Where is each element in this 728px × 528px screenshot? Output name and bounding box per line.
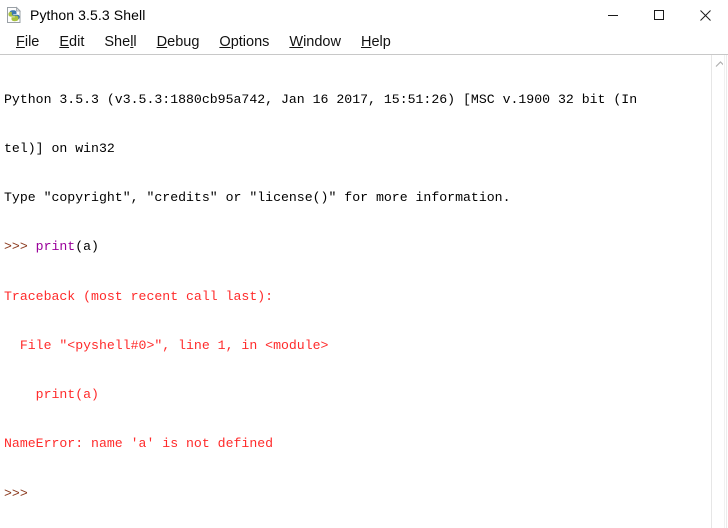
menu-label-help: elp bbox=[371, 34, 391, 50]
command-keyword: print bbox=[35, 239, 76, 255]
menu-accel-edit: E bbox=[59, 34, 70, 50]
menu-label-file: ile bbox=[24, 34, 40, 50]
minimize-button[interactable] bbox=[590, 0, 636, 30]
banner-line-1: Python 3.5.3 (v3.5.3:1880cb95a742, Jan 1… bbox=[4, 91, 638, 107]
idle-shell-window: Python 3.5.3 Shell File Edit Shell Debug… bbox=[0, 0, 728, 528]
menu-accel-file: F bbox=[16, 34, 25, 50]
banner-line-3: Type "copyright", "credits" or "license(… bbox=[4, 190, 511, 206]
title-bar: Python 3.5.3 Shell bbox=[0, 0, 728, 30]
menu-accel-options: O bbox=[219, 34, 231, 50]
menu-item-file[interactable]: File bbox=[6, 34, 49, 50]
menu-item-window[interactable]: Window bbox=[279, 34, 351, 50]
close-button[interactable] bbox=[682, 0, 728, 30]
input-line-1: >>> print(a) bbox=[4, 239, 711, 255]
prompt-marker-1: >>> bbox=[4, 239, 36, 255]
vertical-scrollbar[interactable] bbox=[711, 55, 728, 528]
menu-item-debug[interactable]: Debug bbox=[147, 34, 210, 50]
menu-item-edit[interactable]: Edit bbox=[49, 34, 94, 50]
menu-item-shell[interactable]: Shell bbox=[94, 34, 146, 50]
menu-accel-help: H bbox=[360, 34, 372, 50]
window-title: Python 3.5.3 Shell bbox=[30, 7, 146, 23]
menu-accel-debug: D bbox=[156, 34, 168, 50]
maximize-button[interactable] bbox=[636, 0, 682, 30]
traceback-header: Traceback (most recent call last): bbox=[4, 288, 274, 304]
menu-label-shell-post: l bbox=[133, 34, 137, 50]
menu-label-window: indow bbox=[303, 34, 341, 50]
menu-accel-window: W bbox=[289, 34, 304, 50]
command-arguments: (a) bbox=[75, 239, 99, 255]
menu-item-help[interactable]: Help bbox=[351, 34, 401, 50]
menu-label-options: ptions bbox=[230, 34, 270, 50]
python-idle-icon bbox=[5, 6, 23, 24]
caption-button-group bbox=[590, 0, 728, 30]
shell-text-output[interactable]: Python 3.5.3 (v3.5.3:1880cb95a742, Jan 1… bbox=[0, 55, 711, 528]
menu-item-options[interactable]: Options bbox=[209, 34, 279, 50]
scroll-up-arrow-icon[interactable] bbox=[712, 56, 728, 73]
banner-line-2: tel)] on win32 bbox=[4, 141, 115, 157]
traceback-source-line: print(a) bbox=[4, 387, 99, 403]
menu-label-shell-pre: She bbox=[104, 34, 131, 50]
shell-content-area: Python 3.5.3 (v3.5.3:1880cb95a742, Jan 1… bbox=[0, 55, 728, 528]
menu-label-debug: ebug bbox=[167, 34, 200, 50]
menu-label-edit: dit bbox=[69, 34, 85, 50]
traceback-error-message: NameError: name 'a' is not defined bbox=[4, 436, 274, 452]
menu-bar: File Edit Shell Debug Options Window Hel… bbox=[0, 30, 728, 55]
scroll-track[interactable] bbox=[711, 73, 728, 528]
traceback-file-line: File "<pyshell#0>", line 1, in <module> bbox=[4, 337, 329, 353]
prompt-marker-2: >>> bbox=[4, 485, 36, 501]
